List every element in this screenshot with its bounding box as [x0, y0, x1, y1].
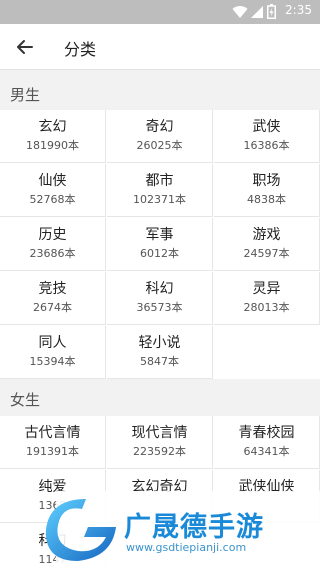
status-bar: 2:35	[0, 0, 320, 24]
category-item[interactable]: 职场 4838本	[214, 164, 320, 217]
wifi-icon	[232, 6, 248, 18]
category-count: 26025本	[136, 139, 183, 152]
category-item[interactable]: 历史 23686本	[0, 218, 106, 271]
category-name: 武侠	[252, 119, 281, 135]
category-name: 职场	[252, 173, 281, 189]
category-count: 64341本	[243, 445, 290, 458]
category-item[interactable]: 现代言情 223592本	[107, 416, 213, 469]
category-name: 玄幻	[38, 119, 67, 135]
category-item[interactable]: 玄幻 181990本	[0, 110, 106, 163]
category-count: 24597本	[243, 247, 290, 260]
category-count: 4838本	[247, 193, 286, 206]
section-title-male: 男生	[10, 86, 41, 104]
category-name: 都市	[145, 173, 174, 189]
category-count: 16386本	[243, 139, 290, 152]
category-name: 灵异	[252, 281, 281, 297]
category-item[interactable]: 同人 15394本	[0, 326, 106, 379]
category-name: 奇幻	[145, 119, 174, 135]
category-item[interactable]: 游戏 24597本	[214, 218, 320, 271]
category-count: 15394本	[29, 355, 76, 368]
watermark-url: www.gsdtiepianji.com	[126, 541, 247, 554]
status-time: 2:35	[285, 3, 312, 17]
category-count: 28013本	[243, 301, 290, 314]
category-count: 23686本	[29, 247, 76, 260]
category-count: 5847本	[140, 355, 179, 368]
category-name: 现代言情	[131, 425, 188, 441]
category-name: 游戏	[252, 227, 281, 243]
category-name: 仙侠	[38, 173, 67, 189]
category-count: 102371本	[133, 193, 186, 206]
category-name: 军事	[145, 227, 174, 243]
category-item[interactable]: 轻小说 5847本	[107, 326, 213, 379]
category-grid-male: 玄幻 181990本 奇幻 26025本 武侠 16386本 仙侠 52768本 都市 1…	[0, 110, 320, 379]
signal-icon	[251, 6, 263, 18]
category-item[interactable]: 军事 6012本	[107, 218, 213, 271]
arrow-left-icon[interactable]	[12, 34, 38, 60]
category-count: 36573本	[136, 301, 183, 314]
section-title-female: 女生	[10, 391, 41, 409]
category-item[interactable]: 科幻 36573本	[107, 272, 213, 325]
category-count: 191391本	[26, 445, 79, 458]
category-name: 科幻	[145, 281, 174, 297]
category-count: 181990本	[26, 139, 79, 152]
category-item[interactable]: 都市 102371本	[107, 164, 213, 217]
category-name: 轻小说	[138, 335, 181, 351]
watermark-brand: 广晟德手游	[124, 512, 264, 543]
app-bar: 分类	[0, 24, 320, 70]
category-count: 223592本	[133, 445, 186, 458]
category-count: 52768本	[29, 193, 76, 206]
category-item[interactable]: 武侠 16386本	[214, 110, 320, 163]
category-name: 古代言情	[24, 425, 81, 441]
category-item[interactable]: 仙侠 52768本	[0, 164, 106, 217]
category-name: 竞技	[38, 281, 67, 297]
category-count: 6012本	[140, 247, 179, 260]
category-name: 青春校园	[238, 425, 295, 441]
battery-icon	[267, 4, 276, 19]
category-item[interactable]: 灵异 28013本	[214, 272, 320, 325]
category-item[interactable]: 竞技 2674本	[0, 272, 106, 325]
category-item[interactable]: 古代言情 191391本	[0, 416, 106, 469]
category-item[interactable]: 奇幻 26025本	[107, 110, 213, 163]
category-name: 同人	[38, 335, 67, 351]
category-name: 历史	[38, 227, 67, 243]
page-title: 分类	[64, 40, 97, 59]
category-count: 2674本	[33, 301, 72, 314]
category-item[interactable]: 青春校园 64341本	[214, 416, 320, 469]
